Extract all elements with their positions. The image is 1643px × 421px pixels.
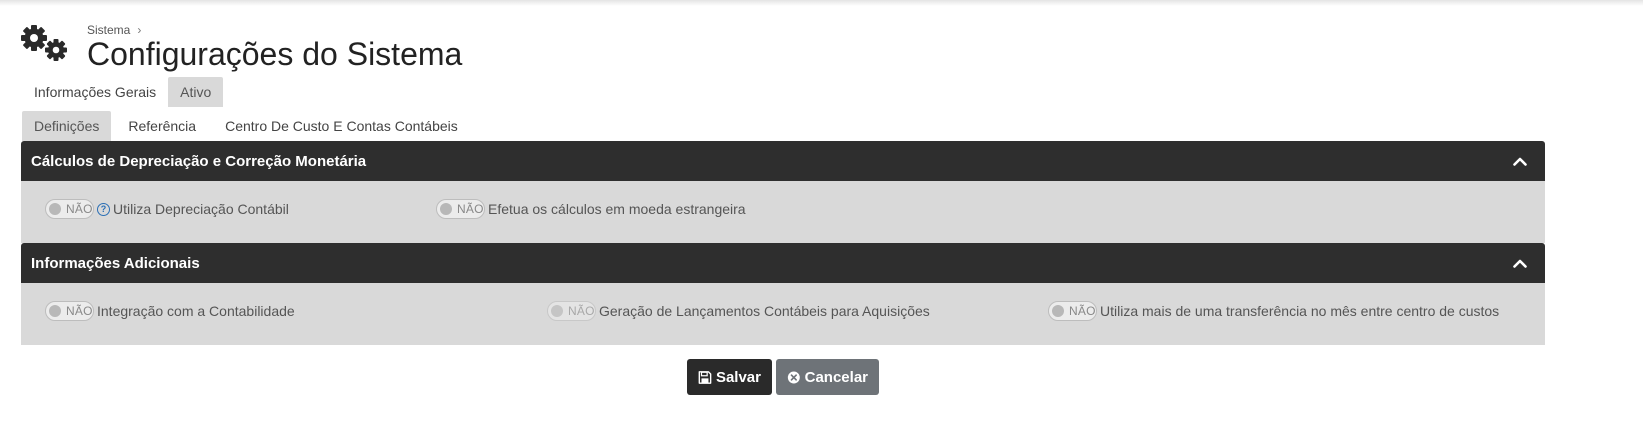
toggle-knob	[1052, 305, 1064, 317]
cancel-button-label: Cancelar	[804, 368, 868, 386]
toggle-knob	[551, 305, 563, 317]
panel-header[interactable]: Cálculos de Depreciação e Correção Monet…	[21, 141, 1545, 181]
toggle-switch[interactable]: NÃO	[547, 301, 596, 321]
tab-definicoes[interactable]: Definições	[22, 111, 112, 141]
panel-header[interactable]: Informações Adicionais	[21, 243, 1545, 283]
option-transferencia-centro-custos: NÃO Utiliza mais de uma transferência no…	[1048, 301, 1499, 321]
tab-ativo[interactable]: Ativo	[168, 77, 224, 107]
toggle-switch[interactable]: NÃO	[45, 301, 94, 321]
tab-centro-de-custo[interactable]: Centro De Custo E Contas Contábeis	[213, 111, 470, 141]
secondary-tabs: Definições Referência Centro De Custo E …	[22, 111, 470, 141]
breadcrumb-separator: ›	[137, 23, 142, 37]
toggle-knob	[49, 203, 61, 215]
toggle-state: NÃO	[457, 202, 484, 216]
option-integracao-contabilidade: NÃO Integração com a Contabilidade	[45, 301, 295, 321]
toggle-state: NÃO	[66, 304, 93, 318]
floppy-disk-icon	[698, 370, 712, 384]
toggle-state: NÃO	[568, 304, 595, 318]
option-label: Efetua os cálculos em moeda estrangeira	[488, 201, 746, 217]
toggle-knob	[49, 305, 61, 317]
option-label: Utiliza mais de uma transferência no mês…	[1100, 303, 1500, 319]
breadcrumb: Sistema ›	[87, 23, 141, 37]
panel-body: NÃO ? Utiliza Depreciação Contábil NÃO E…	[21, 181, 1545, 243]
panel-title: Cálculos de Depreciação e Correção Monet…	[31, 152, 367, 170]
help-icon[interactable]: ?	[97, 202, 110, 216]
page-title: Configurações do Sistema	[87, 36, 463, 72]
cancel-button[interactable]: Cancelar	[776, 359, 879, 395]
gears-icon	[21, 25, 67, 61]
toggle-switch[interactable]: NÃO	[436, 199, 485, 219]
option-label: Geração de Lançamentos Contábeis para Aq…	[599, 303, 930, 319]
toggle-switch[interactable]: NÃO	[1048, 301, 1097, 321]
close-circle-icon	[787, 371, 800, 383]
panel-title: Informações Adicionais	[31, 254, 200, 272]
primary-tabs: Informações Gerais Ativo	[22, 77, 224, 107]
tab-referencia[interactable]: Referência	[116, 111, 208, 141]
chevron-up-icon[interactable]	[1511, 152, 1529, 170]
toggle-state: NÃO	[1069, 304, 1096, 318]
option-lancamentos-aquisicoes: NÃO Geração de Lançamentos Contábeis par…	[547, 301, 930, 321]
panel-informacoes-adicionais: Informações Adicionais NÃO Integração co…	[21, 243, 1545, 345]
panel-body: NÃO Integração com a Contabilidade NÃO G…	[21, 283, 1545, 345]
toggle-switch[interactable]: NÃO	[45, 199, 94, 219]
save-button-label: Salvar	[715, 368, 761, 386]
chevron-up-icon[interactable]	[1511, 254, 1529, 272]
toggle-knob	[440, 203, 452, 215]
option-utiliza-depreciacao: NÃO ? Utiliza Depreciação Contábil	[45, 199, 289, 219]
panel-calculos-depreciacao: Cálculos de Depreciação e Correção Monet…	[21, 141, 1545, 243]
tab-informacoes-gerais[interactable]: Informações Gerais	[22, 77, 168, 107]
option-label: Integração com a Contabilidade	[97, 303, 295, 319]
breadcrumb-item-sistema[interactable]: Sistema	[87, 23, 130, 37]
option-moeda-estrangeira: NÃO Efetua os cálculos em moeda estrange…	[436, 199, 746, 219]
form-actions: Salvar Cancelar	[687, 359, 879, 395]
option-label: Utiliza Depreciação Contábil	[113, 201, 289, 217]
toggle-state: NÃO	[66, 202, 93, 216]
save-button[interactable]: Salvar	[687, 359, 772, 395]
top-shadow	[0, 0, 1643, 6]
